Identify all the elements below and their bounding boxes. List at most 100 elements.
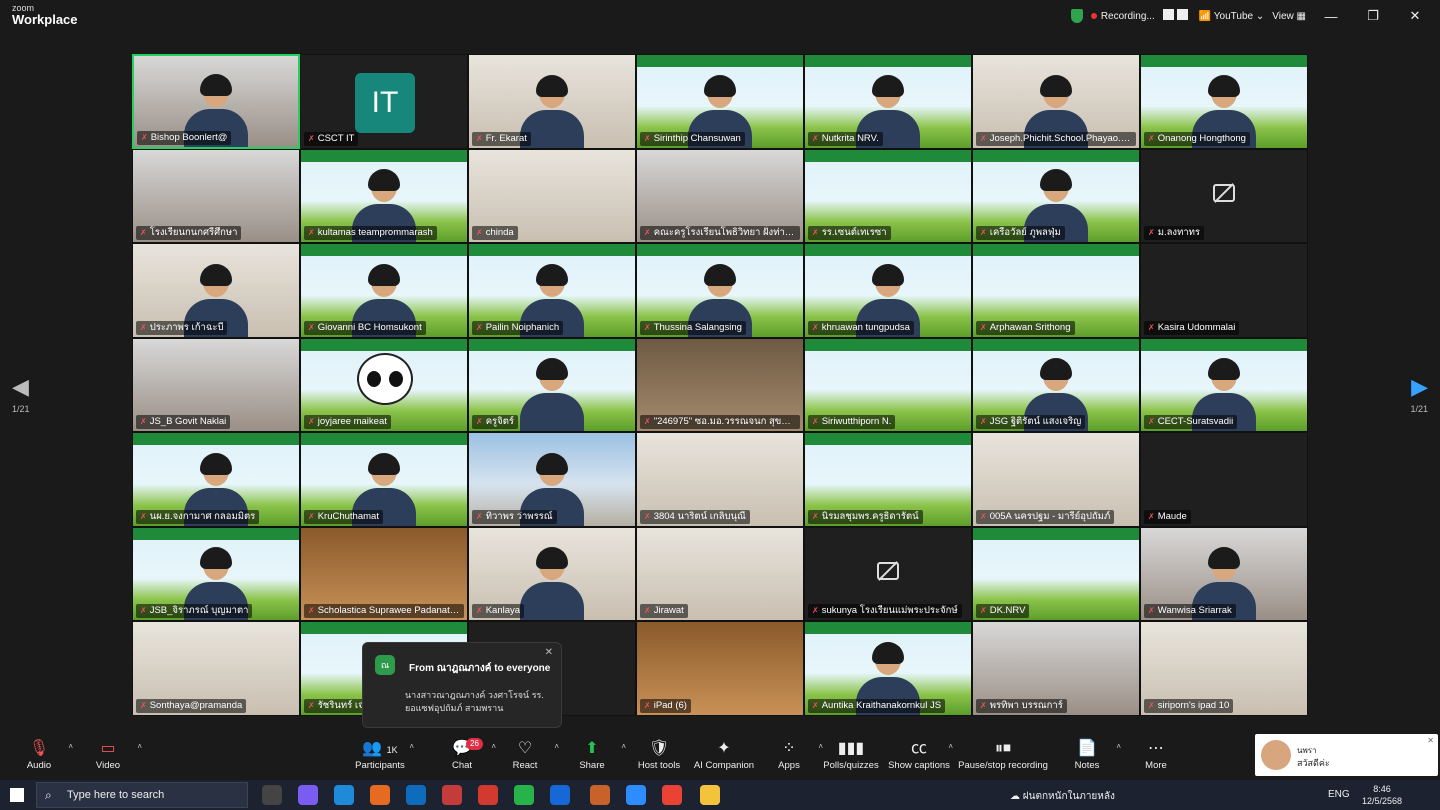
participant-tile[interactable]: ✗ Joseph.Phichit.School.Phayao.Ch... <box>972 54 1140 149</box>
participant-tile[interactable]: ✗ iPad (6) <box>636 621 804 716</box>
participant-tile[interactable]: ✗ Wanwisa Sriarrak <box>1140 526 1308 621</box>
participant-tile[interactable]: ✗ joyjaree maikeat <box>300 337 468 432</box>
pause-icon[interactable] <box>1162 9 1174 20</box>
language-indicator[interactable]: ENG <box>1328 789 1350 800</box>
chrome-icon[interactable] <box>662 785 682 805</box>
participant-tile[interactable]: ✗ KruChuthamat <box>300 432 468 527</box>
copilot-icon[interactable] <box>298 785 318 805</box>
react-button[interactable]: ♡ React ˄ <box>489 738 561 771</box>
audio-button[interactable]: 🎙 Audio ˄ <box>3 738 75 771</box>
participant-tile[interactable]: ✗ 3804 นาริตน์ เกลิบนุณี <box>636 432 804 527</box>
camera-off-icon <box>877 561 899 580</box>
stop-icon[interactable] <box>1176 9 1188 20</box>
participant-tile[interactable]: ✗ Sonthaya@pramanda <box>132 621 300 716</box>
participant-tile[interactable]: ✗ Kasira Udommalai <box>1140 243 1308 338</box>
participant-tile[interactable]: ✗ Scholastica Suprawee Padanat (... <box>300 526 468 621</box>
participant-tile[interactable]: ✗ Bishop Boonlert@ <box>132 54 300 149</box>
polls-button[interactable]: ▮▮▮ Polls/quizzes <box>815 738 887 771</box>
chevron-up-icon[interactable]: ˄ <box>137 742 142 751</box>
security-shield-icon[interactable] <box>1070 9 1083 23</box>
taskbar-search[interactable]: ⌕ Type here to search <box>36 782 248 808</box>
video-button[interactable]: ▭ Video ˄ <box>72 738 144 771</box>
chevron-up-icon[interactable]: ˄ <box>948 742 953 751</box>
participant-tile[interactable]: ✗ ม.ลงทาทร <box>1140 148 1308 243</box>
participant-tile[interactable]: ✗ นผ.ย.จงกามาศ กลอมมิตร <box>132 432 300 527</box>
participant-tile[interactable]: ✗ ทิวาพร ว่าพรรณ์ <box>468 432 636 527</box>
next-page-arrow-icon[interactable]: ▶ <box>1411 374 1428 400</box>
participant-tile[interactable]: ✗ Pailin Noiphanich <box>468 243 636 338</box>
close-icon[interactable]: ✕ <box>545 647 553 658</box>
participants-button[interactable]: 👥 1K Participants ˄ <box>344 738 416 771</box>
participant-tile[interactable]: ✗ CECT-Suratsvadii <box>1140 337 1308 432</box>
participant-tile[interactable]: ✗ พรทิพา บรรณการ์ <box>972 621 1140 716</box>
participant-tile[interactable]: ✗ 005A นครปฐม - มารีย์อุปถัมภ์ <box>972 432 1140 527</box>
m365-icon[interactable] <box>442 785 462 805</box>
recording-button[interactable]: ⏸⏹ Pause/stop recording <box>958 738 1048 771</box>
chat-toast[interactable]: นพรา สวัสดีค่ะ ✕ <box>1255 734 1438 776</box>
restore-icon[interactable]: ❐ <box>1356 8 1390 24</box>
participant-tile[interactable]: ✗ khruawan tungpudsa <box>804 243 972 338</box>
task-view-icon[interactable] <box>262 785 282 805</box>
participant-tile[interactable]: ✗ sukunya โรงเรียนแม่พระประจักษ์ <box>804 526 972 621</box>
participant-tile[interactable]: ✗ Thussina Salangsing <box>636 243 804 338</box>
share-button[interactable]: ⬆ Share ˄ <box>556 738 628 771</box>
participant-tile[interactable]: IT ✗ CSCT IT <box>300 54 468 149</box>
participant-tile[interactable]: ✗ รร.เซนต์เทเรซา <box>804 148 972 243</box>
participant-tile[interactable]: ✗ Kanlaya <box>468 526 636 621</box>
prev-page-arrow-icon[interactable]: ◀ <box>12 374 29 400</box>
zoom-icon[interactable] <box>626 785 646 805</box>
participant-tile[interactable]: ✗ Fr. Ekarat <box>468 54 636 149</box>
participant-tile[interactable]: ✗ Onanong Hongthong <box>1140 54 1308 149</box>
participant-tile[interactable]: ✗ ประภาพร เก้าฉะบี <box>132 243 300 338</box>
weather-widget[interactable]: ☁ ฝนตกหนักในภายหลัง <box>1010 789 1115 804</box>
recording-controls[interactable] <box>1162 9 1191 23</box>
windows-start-icon[interactable] <box>10 788 24 802</box>
participant-tile[interactable]: ✗ นิรมลชุมพร.ครูธิดารัตน์ <box>804 432 972 527</box>
captions-button[interactable]: ㏄ Show captions ˄ <box>883 738 955 771</box>
participant-tile[interactable]: ✗ kultamas teamprommarash <box>300 148 468 243</box>
participant-tile[interactable]: ✗ ครูจิตร์ <box>468 337 636 432</box>
participant-tile[interactable]: ✗ คณะครูโรงเรียนโพธิวิทยา ฝั่งท่าพร... <box>636 148 804 243</box>
participant-tile[interactable]: ✗ JSB_จิราภรณ์ บุญมาตา <box>132 526 300 621</box>
minimize-icon[interactable]: — <box>1314 9 1348 24</box>
participant-tile[interactable]: ✗ "246975" ซอ.มอ.วรรณจนก สุขวังค์... <box>636 337 804 432</box>
app-icon[interactable] <box>478 785 498 805</box>
participant-tile[interactable]: ✗ Arphawan Srithong <box>972 243 1140 338</box>
participant-tile[interactable]: ✗ Siriwutthiporn N. <box>804 337 972 432</box>
participant-tile[interactable]: ✗ JS_B Govit Naklai <box>132 337 300 432</box>
host-tools-button[interactable]: 🛡 Host tools <box>623 738 695 771</box>
close-icon[interactable]: ✕ <box>1398 8 1432 24</box>
more-button[interactable]: ⋯ More <box>1120 738 1192 771</box>
outlook-icon[interactable] <box>406 785 426 805</box>
video-person <box>520 358 584 431</box>
participant-tile[interactable]: ✗ DK.NRV <box>972 526 1140 621</box>
app-icon[interactable] <box>550 785 570 805</box>
participant-tile[interactable]: ✗ JSG ฐิติรัตน์ แสงเจริญ <box>972 337 1140 432</box>
participant-tile[interactable]: ✗ Maude <box>1140 432 1308 527</box>
participant-tile[interactable]: ✗ siriporn's ipad 10 <box>1140 621 1308 716</box>
notes-button[interactable]: 📄 Notes ˄ <box>1051 738 1123 771</box>
participant-tile[interactable]: ✗ Jirawat <box>636 526 804 621</box>
app-icon[interactable] <box>590 785 610 805</box>
youtube-stream[interactable]: 📶 YouTube ⌄ <box>1199 11 1265 22</box>
participant-name-text: Sonthaya@pramanda <box>149 699 243 711</box>
chevron-up-icon[interactable]: ˄ <box>409 742 414 751</box>
participant-tile[interactable]: ✗ chinda <box>468 148 636 243</box>
edge-icon[interactable] <box>334 785 354 805</box>
file-explorer-icon[interactable] <box>700 785 720 805</box>
participant-tile[interactable]: ✗ Giovanni BC Homsukont <box>300 243 468 338</box>
participant-tile[interactable]: ✗ Auntika Kraithanakornkul JS <box>804 621 972 716</box>
line-icon[interactable] <box>514 785 534 805</box>
clock[interactable]: 8:46 12/5/2568 <box>1352 783 1412 807</box>
firefox-icon[interactable] <box>370 785 390 805</box>
ai-companion-button[interactable]: ✦ AI Companion <box>688 738 760 771</box>
chat-button[interactable]: 💬 26 Chat ˄ <box>426 738 498 771</box>
chat-notification-popup[interactable]: ณ From ณาฎณภางค์ to everyone นางสาวณาฎณภ… <box>362 642 562 728</box>
participant-tile[interactable]: ✗ Sirinthip Chansuwan <box>636 54 804 149</box>
participant-tile[interactable]: ✗ โรงเรียนกนกศรีศึกษา <box>132 148 300 243</box>
view-button[interactable]: View ▦ <box>1272 11 1306 22</box>
participant-tile[interactable]: ✗ เครือวัลย์ ภูพลฟุ่ม <box>972 148 1140 243</box>
participant-tile[interactable]: ✗ Nutkrita NRV. <box>804 54 972 149</box>
close-icon[interactable]: ✕ <box>1427 736 1434 745</box>
recording-indicator[interactable]: Recording... <box>1090 11 1155 22</box>
